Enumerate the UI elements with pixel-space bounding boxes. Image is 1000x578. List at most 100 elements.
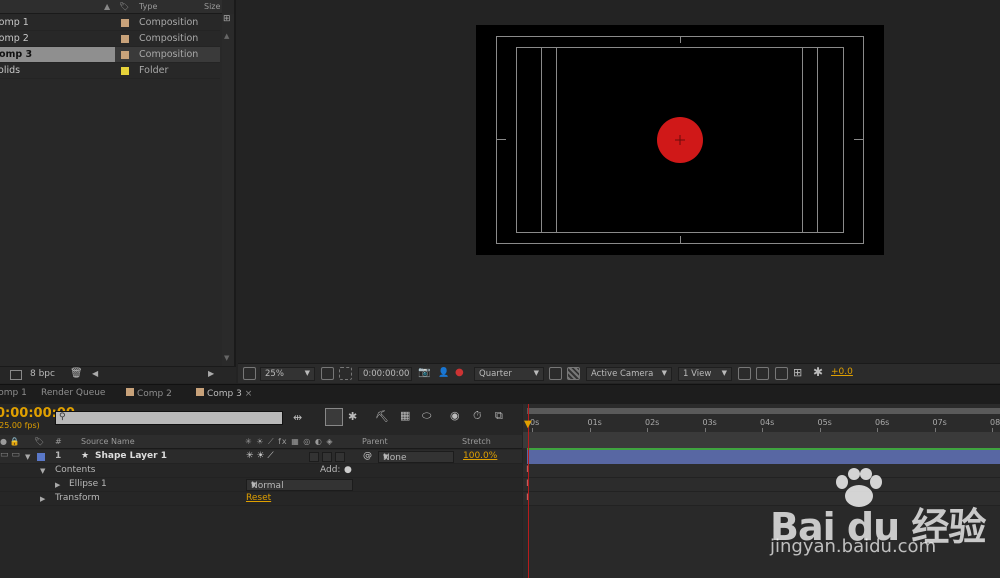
snapshot-icon[interactable]: 📷 [418, 367, 430, 378]
watermark-url: jingyan.baidu.com [770, 536, 937, 557]
brainstorm-icon[interactable]: ⬭ [422, 409, 431, 423]
color-channels-icon[interactable]: ● [455, 367, 464, 378]
project-item[interactable]: Comp 2 Composition [0, 31, 220, 47]
scroll-down-icon[interactable]: ▼ [224, 354, 229, 362]
pick-whip-icon[interactable]: @ [363, 451, 372, 461]
toggle-pixel-aspect-icon[interactable] [738, 367, 751, 380]
flowchart-icon[interactable]: ⊞ [223, 14, 231, 24]
draft-3d-icon[interactable] [325, 408, 343, 426]
always-preview-icon[interactable] [243, 367, 256, 380]
project-item-selected[interactable]: Comp 3 Composition [0, 47, 220, 63]
fast-render-icon[interactable] [756, 367, 769, 380]
tab-comp-3[interactable]: Comp 3 × [196, 388, 252, 399]
blend-mode-dropdown[interactable]: Normal ▼ [246, 479, 353, 491]
search-icon: ⚲ [59, 412, 66, 422]
work-area-bar[interactable] [527, 408, 1000, 414]
layer-switches[interactable]: ✳ ☀ ⟋ [246, 451, 274, 461]
transform-row[interactable]: ▶ Transform Reset [0, 492, 522, 506]
exposure-icon[interactable]: ✱ [813, 365, 823, 379]
reset-link[interactable]: Reset [246, 493, 271, 503]
switches-header-icons[interactable]: ✳ ☀ ⟋ fx ▦ ◎ ◐ ◈ [245, 437, 334, 447]
expand-layer-icon[interactable]: ▼ [25, 453, 30, 461]
parent-header[interactable]: Parent [362, 437, 388, 446]
project-item[interactable]: Comp 1 Composition [0, 15, 220, 31]
contents-row[interactable]: ▼ Contents Add: ● [0, 464, 522, 478]
close-tab-icon[interactable]: × [245, 389, 253, 399]
type-column-header[interactable]: Type [139, 2, 157, 11]
transform-label: Transform [55, 493, 100, 503]
project-item-type: Folder [139, 65, 169, 76]
comp-tab-swatch [126, 388, 134, 396]
project-footer: 8 bpc 🗑 ◀ ▶ [0, 366, 236, 383]
switch-box[interactable] [335, 452, 345, 462]
exposure-value[interactable]: +0.0 [831, 367, 853, 377]
zoom-dropdown[interactable]: 25% ▼ [260, 367, 315, 381]
expand-transform-icon[interactable]: ▶ [40, 495, 45, 503]
tab-render-queue[interactable]: Render Queue [41, 388, 105, 398]
ellipse-group-row[interactable]: ▶ Ellipse 1 Normal ▼ [0, 478, 522, 492]
transparency-grid-icon[interactable] [567, 367, 580, 380]
new-composition-icon[interactable] [10, 370, 22, 380]
switch-box[interactable] [322, 452, 332, 462]
sort-arrow-icon[interactable]: ▲ [104, 2, 110, 11]
tab-comp-1[interactable]: Comp 1 [0, 388, 27, 398]
label-color-swatch[interactable] [121, 35, 129, 43]
show-snapshot-icon[interactable]: 👤 [438, 368, 449, 378]
comp-mini-flowchart-icon[interactable]: ⇹ [293, 411, 302, 424]
scroll-left-icon[interactable]: ◀ [92, 369, 98, 378]
camera-dropdown[interactable]: Active Camera ▼ [586, 367, 672, 381]
label-tag-icon[interactable]: 🏷 [34, 437, 44, 446]
graph-editor-icon[interactable]: ⏱ [473, 409, 482, 423]
hide-shy-layers-icon[interactable]: ✱ [348, 410, 357, 423]
fast-previews-icon[interactable] [549, 367, 562, 380]
layer-label-color[interactable] [37, 453, 45, 461]
frame-blending-icon[interactable]: ⛏ [375, 410, 389, 423]
playhead-handle-icon[interactable]: ▼ [524, 419, 532, 430]
expand-contents-icon[interactable]: ▼ [40, 467, 45, 475]
visibility-toggle[interactable]: ▭ ▭ [0, 450, 20, 460]
trash-icon[interactable]: 🗑 [70, 368, 83, 379]
expand-ellipse-icon[interactable]: ▶ [55, 481, 60, 489]
views-dropdown[interactable]: 1 View ▼ [678, 367, 732, 381]
scroll-up-icon[interactable]: ▲ [224, 32, 229, 40]
label-color-swatch[interactable] [121, 19, 129, 27]
layer-duration-bar[interactable] [527, 448, 1000, 464]
scroll-right-icon[interactable]: ▶ [208, 369, 214, 378]
motion-blur-icon[interactable]: ▦ [400, 409, 410, 422]
ellipse-shape[interactable] [656, 117, 704, 165]
stretch-header[interactable]: Stretch [462, 437, 491, 446]
composition-frame[interactable] [476, 25, 884, 255]
layer-row[interactable]: ▭ ▭ ▼ 1 ★ Shape Layer 1 ✳ ☀ ⟋ @ None ▼ 10… [0, 450, 522, 464]
switch-box[interactable] [309, 452, 319, 462]
timeline-icon[interactable] [775, 367, 788, 380]
project-item[interactable]: Solids Folder [0, 63, 220, 79]
size-column-header[interactable]: Size [204, 2, 220, 11]
av-features-icon[interactable]: ● 🔒 [0, 437, 19, 446]
add-property-icon[interactable]: ● [344, 465, 352, 475]
parent-dropdown[interactable]: None ▼ [378, 451, 454, 463]
stretch-value[interactable]: 100.0% [463, 451, 497, 461]
fit-frame-icon[interactable] [321, 367, 334, 380]
ellipse-label[interactable]: Ellipse 1 [69, 479, 107, 489]
layer-search-input[interactable]: ⚲ [55, 411, 283, 425]
layer-column-header: ● 🔒 🏷 # Source Name ✳ ☀ ⟋ fx ▦ ◎ ◐ ◈ Par… [0, 435, 522, 449]
flowchart-icon[interactable]: ⊞ [793, 366, 802, 379]
project-item-name: Solids [0, 65, 21, 76]
source-name-header[interactable]: Source Name [81, 437, 135, 446]
layer-name[interactable]: Shape Layer 1 [95, 451, 167, 461]
project-scrollbar[interactable]: ⊞ ▲ ▼ [222, 14, 234, 366]
tab-comp-2[interactable]: Comp 2 [126, 388, 172, 399]
region-of-interest-icon[interactable] [339, 367, 352, 380]
render-preview-icon[interactable]: ⧉ [495, 409, 503, 423]
label-color-swatch[interactable] [121, 67, 129, 75]
current-time-indicator[interactable] [528, 404, 529, 578]
label-color-swatch[interactable] [121, 51, 129, 59]
project-item-name: Comp 3 [0, 49, 33, 60]
label-tag-icon[interactable]: 🏷 [119, 2, 129, 11]
project-column-header: ▲ 🏷 Type Size [0, 0, 222, 14]
bpc-label[interactable]: 8 bpc [30, 369, 55, 379]
resolution-dropdown[interactable]: Quarter ▼ [474, 367, 544, 381]
auto-keyframe-icon[interactable]: ◉ [450, 409, 460, 422]
viewer-timecode[interactable]: 0:00:00:00 [358, 367, 412, 381]
project-item-type: Composition [139, 33, 199, 44]
